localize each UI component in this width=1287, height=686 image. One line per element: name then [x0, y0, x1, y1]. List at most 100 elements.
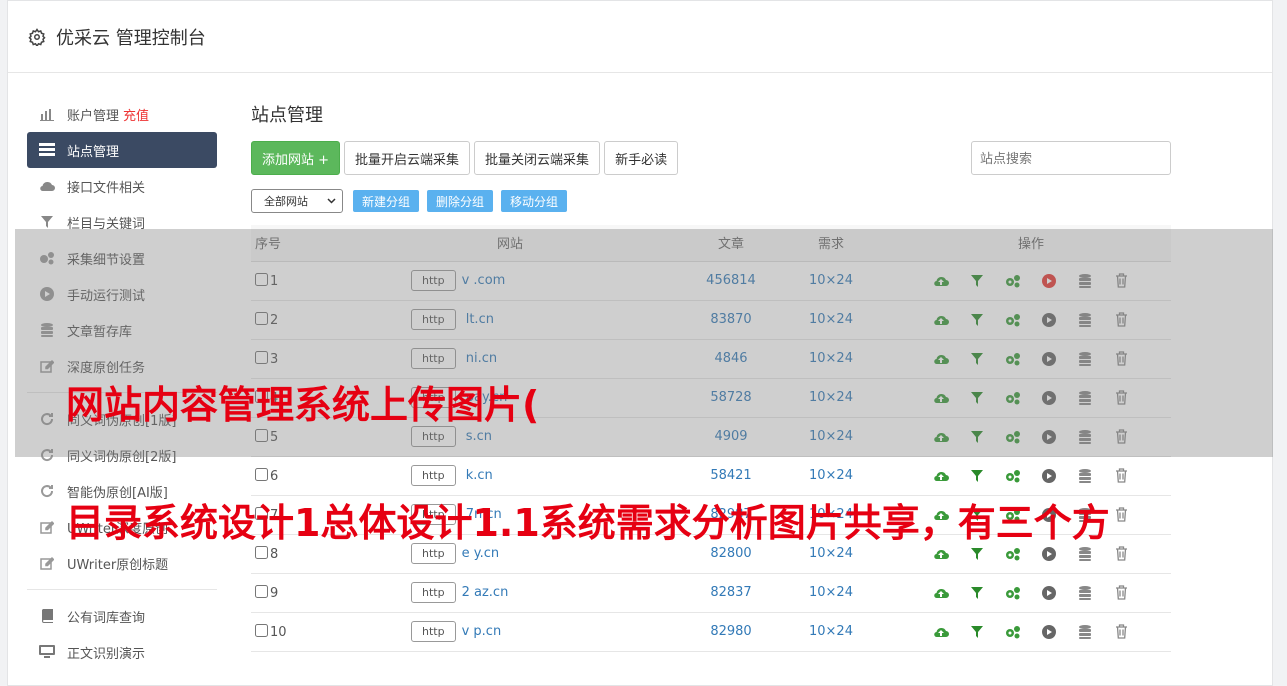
play-icon[interactable]: [1041, 468, 1057, 484]
sidebar-item-account[interactable]: 账户管理 充值: [27, 96, 217, 132]
database-icon[interactable]: [1077, 273, 1093, 289]
demand-value[interactable]: 10×24: [771, 378, 891, 418]
demand-value[interactable]: 10×24: [771, 261, 891, 301]
play-icon[interactable]: [1041, 585, 1057, 601]
gears-icon[interactable]: [1005, 624, 1021, 640]
article-count[interactable]: 82980: [691, 612, 771, 652]
demand-value[interactable]: 10×24: [771, 573, 891, 613]
article-count[interactable]: 82837: [691, 573, 771, 613]
article-count[interactable]: 456814: [691, 261, 771, 301]
gears-icon[interactable]: [1005, 468, 1021, 484]
sidebar-item-text-recognition[interactable]: 正文识别演示: [27, 634, 217, 670]
sidebar-item-uwriter-title[interactable]: UWriter原创标题: [27, 545, 217, 581]
gears-icon[interactable]: [1005, 273, 1021, 289]
sidebar-item-interface[interactable]: 接口文件相关: [27, 168, 217, 204]
guide-button[interactable]: 新手必读: [604, 141, 679, 175]
delete-group-button[interactable]: 删除分组: [427, 190, 494, 212]
row-checkbox[interactable]: [255, 545, 268, 559]
gears-icon[interactable]: [1005, 546, 1021, 562]
site-domain-link[interactable]: e y.cn: [462, 546, 500, 561]
filter-icon[interactable]: [969, 273, 985, 289]
site-search-input[interactable]: [971, 141, 1171, 175]
http-badge[interactable]: http: [411, 270, 456, 291]
article-count[interactable]: 4846: [691, 339, 771, 379]
sidebar-item-synonym-v2[interactable]: 同义词伪原创[2版]: [27, 437, 217, 473]
add-site-button[interactable]: 添加网站 +: [251, 141, 341, 175]
demand-value[interactable]: 10×24: [771, 612, 891, 652]
site-domain-link[interactable]: 2 az.cn: [462, 585, 509, 600]
gears-icon[interactable]: [1005, 429, 1021, 445]
article-count[interactable]: 4909: [691, 417, 771, 457]
site-domain-link[interactable]: v .com: [462, 273, 506, 288]
article-count[interactable]: 58421: [691, 456, 771, 496]
cloud-upload-icon[interactable]: [933, 429, 949, 445]
cloud-upload-icon[interactable]: [933, 312, 949, 328]
article-count[interactable]: 58728: [691, 378, 771, 418]
play-icon[interactable]: [1041, 312, 1057, 328]
play-icon[interactable]: [1041, 429, 1057, 445]
recharge-link[interactable]: 充值: [123, 105, 149, 124]
trash-icon[interactable]: [1113, 546, 1129, 562]
http-badge[interactable]: http: [411, 309, 456, 330]
site-domain-link[interactable]: s.cn: [462, 429, 492, 444]
trash-icon[interactable]: [1113, 429, 1129, 445]
cloud-upload-icon[interactable]: [933, 546, 949, 562]
filter-icon[interactable]: [969, 624, 985, 640]
trash-icon[interactable]: [1113, 468, 1129, 484]
database-icon[interactable]: [1077, 351, 1093, 367]
site-domain-link[interactable]: k.cn: [462, 468, 493, 483]
row-checkbox[interactable]: [255, 428, 268, 442]
database-icon[interactable]: [1077, 468, 1093, 484]
filter-icon[interactable]: [969, 468, 985, 484]
cloud-upload-icon[interactable]: [933, 390, 949, 406]
sidebar-item-manual-run[interactable]: 手动运行测试: [27, 276, 217, 312]
trash-icon[interactable]: [1113, 624, 1129, 640]
gear-icon[interactable]: [28, 27, 46, 46]
cloud-upload-icon[interactable]: [933, 273, 949, 289]
cloud-upload-icon[interactable]: [933, 468, 949, 484]
cloud-upload-icon[interactable]: [933, 585, 949, 601]
filter-icon[interactable]: [969, 351, 985, 367]
database-icon[interactable]: [1077, 624, 1093, 640]
filter-icon[interactable]: [969, 546, 985, 562]
row-checkbox[interactable]: [255, 311, 268, 325]
cloud-upload-icon[interactable]: [933, 624, 949, 640]
play-icon[interactable]: [1041, 624, 1057, 640]
sidebar-item-public-lexicon[interactable]: 公有词库查询: [27, 598, 217, 634]
gears-icon[interactable]: [1005, 351, 1021, 367]
database-icon[interactable]: [1077, 312, 1093, 328]
batch-close-cloud-button[interactable]: 批量关闭云端采集: [474, 141, 601, 175]
http-badge[interactable]: http: [411, 426, 456, 447]
demand-value[interactable]: 10×24: [771, 417, 891, 457]
gears-icon[interactable]: [1005, 585, 1021, 601]
http-badge[interactable]: http: [411, 465, 456, 486]
row-checkbox[interactable]: [255, 467, 268, 481]
database-icon[interactable]: [1077, 429, 1093, 445]
site-domain-link[interactable]: ni.cn: [462, 351, 497, 366]
demand-value[interactable]: 10×24: [771, 300, 891, 340]
demand-value[interactable]: 10×24: [771, 456, 891, 496]
gears-icon[interactable]: [1005, 390, 1021, 406]
trash-icon[interactable]: [1113, 312, 1129, 328]
row-checkbox[interactable]: [255, 584, 268, 598]
http-badge[interactable]: http: [411, 582, 456, 603]
database-icon[interactable]: [1077, 390, 1093, 406]
trash-icon[interactable]: [1113, 390, 1129, 406]
play-icon[interactable]: [1041, 390, 1057, 406]
new-group-button[interactable]: 新建分组: [353, 190, 420, 212]
move-group-button[interactable]: 移动分组: [501, 190, 568, 212]
filter-icon[interactable]: [969, 390, 985, 406]
batch-open-cloud-button[interactable]: 批量开启云端采集: [344, 141, 471, 175]
trash-icon[interactable]: [1113, 507, 1129, 523]
group-select[interactable]: 全部网站: [251, 189, 343, 213]
sidebar-item-article-store[interactable]: 文章暂存库: [27, 312, 217, 348]
article-count[interactable]: 83870: [691, 300, 771, 340]
http-badge[interactable]: http: [411, 621, 456, 642]
sidebar-item-collect-settings[interactable]: 采集细节设置: [27, 240, 217, 276]
row-checkbox[interactable]: [255, 350, 268, 364]
trash-icon[interactable]: [1113, 273, 1129, 289]
filter-icon[interactable]: [969, 585, 985, 601]
sidebar-item-columns[interactable]: 栏目与关键词: [27, 204, 217, 240]
play-icon[interactable]: [1041, 351, 1057, 367]
trash-icon[interactable]: [1113, 351, 1129, 367]
